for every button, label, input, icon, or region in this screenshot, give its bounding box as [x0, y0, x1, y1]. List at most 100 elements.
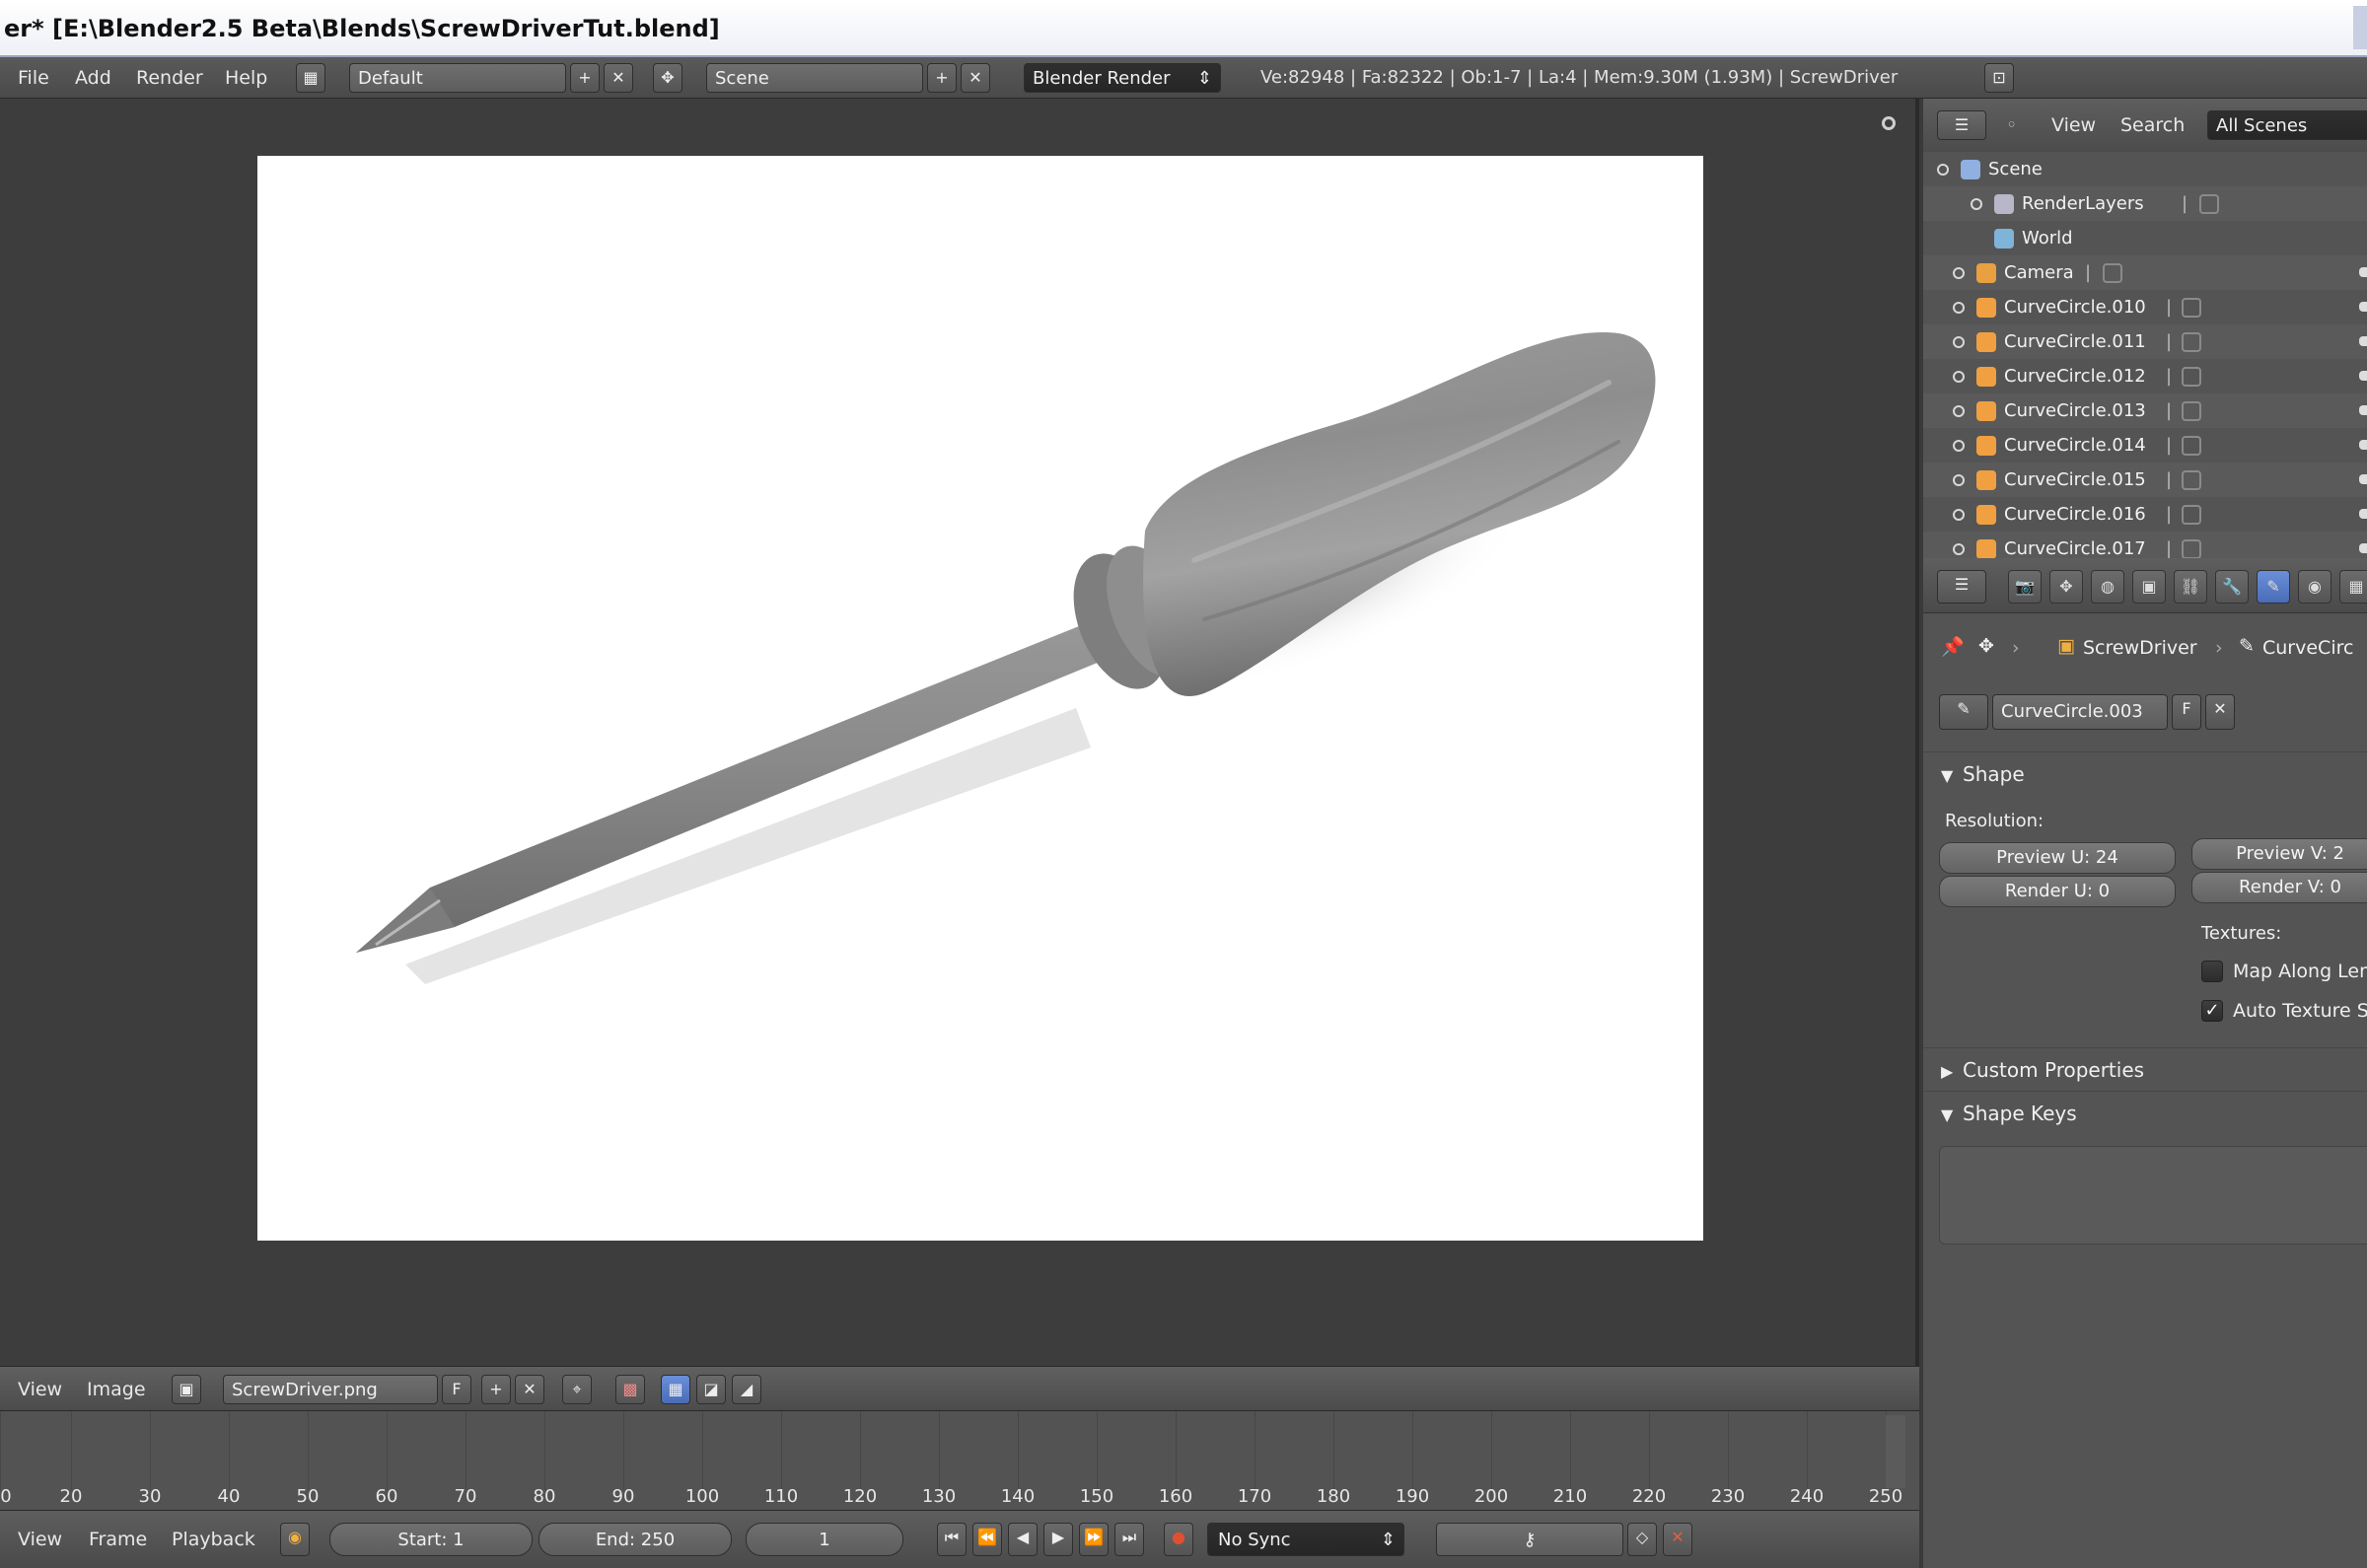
- visibility-eye-icon[interactable]: [2359, 267, 2367, 277]
- expand-toggle-icon[interactable]: [1953, 371, 1965, 383]
- visibility-eye-icon[interactable]: [2359, 543, 2367, 553]
- add-scene-icon[interactable]: +: [927, 63, 957, 93]
- preview-u-field[interactable]: Preview U: 24: [1939, 842, 2176, 874]
- outliner-item[interactable]: CurveCircle.012 |: [1923, 359, 2367, 393]
- outliner-item[interactable]: CurveCircle.016 |: [1923, 497, 2367, 532]
- keying-set-field[interactable]: ⚷: [1436, 1523, 1623, 1556]
- delete-scene-icon[interactable]: ✕: [961, 63, 990, 93]
- object-tab-icon[interactable]: ▣: [2132, 570, 2166, 604]
- outliner-menu-view[interactable]: View: [2051, 99, 2096, 152]
- play-reverse-icon[interactable]: ◀: [1008, 1523, 1038, 1556]
- data-link-icon[interactable]: [2199, 194, 2219, 214]
- data-link-icon[interactable]: [2182, 505, 2201, 525]
- outliner-item[interactable]: Camera |: [1923, 255, 2367, 290]
- auto-keyframe-icon[interactable]: ◉: [280, 1523, 310, 1556]
- curve-datablock-name[interactable]: CurveCircle.003: [1992, 694, 2168, 730]
- scene-tab-icon[interactable]: ✥: [2049, 570, 2083, 604]
- current-frame-field[interactable]: 1: [746, 1523, 903, 1556]
- channels-rgba-icon[interactable]: ▩: [615, 1375, 645, 1404]
- expand-toggle-icon[interactable]: [1953, 440, 1965, 452]
- menu-render[interactable]: Render: [136, 57, 203, 99]
- image-menu-image[interactable]: Image: [87, 1367, 146, 1412]
- visibility-eye-icon[interactable]: [2359, 509, 2367, 519]
- collapse-icon[interactable]: ◦: [2006, 99, 2017, 152]
- screen-layout-icon[interactable]: ▦: [296, 63, 325, 93]
- render-u-field[interactable]: Render U: 0: [1939, 876, 2176, 907]
- menu-add[interactable]: Add: [75, 57, 111, 99]
- render-tab-icon[interactable]: 📷: [2008, 570, 2042, 604]
- expand-toggle-icon[interactable]: [1953, 336, 1965, 348]
- panel-shape-keys-header[interactable]: ▼ Shape Keys: [1923, 1091, 2367, 1134]
- expand-toggle-icon[interactable]: [1971, 198, 1982, 210]
- outliner-item[interactable]: RenderLayers |: [1923, 186, 2367, 221]
- pin-image-icon[interactable]: ⌖: [562, 1375, 592, 1404]
- unlink-image-icon[interactable]: ✕: [515, 1375, 544, 1404]
- material-tab-icon[interactable]: ◉: [2298, 570, 2331, 604]
- data-link-icon[interactable]: [2182, 436, 2201, 456]
- expand-toggle-icon[interactable]: [1953, 474, 1965, 486]
- channels-alpha-icon[interactable]: ◪: [696, 1375, 726, 1404]
- channels-zbuf-icon[interactable]: ◢: [732, 1375, 761, 1404]
- outliner-item[interactable]: CurveCircle.015 |: [1923, 463, 2367, 497]
- image-browse-icon[interactable]: ▣: [172, 1375, 201, 1404]
- jump-start-icon[interactable]: ⏮: [937, 1523, 967, 1556]
- visibility-eye-icon[interactable]: [2359, 371, 2367, 381]
- expand-toggle-icon[interactable]: [1953, 302, 1965, 314]
- prev-keyframe-icon[interactable]: ⏪: [972, 1523, 1002, 1556]
- outliner-item[interactable]: CurveCircle.013 |: [1923, 393, 2367, 428]
- outliner-item[interactable]: CurveCircle.010 |: [1923, 290, 2367, 324]
- timeline-area[interactable]: 0 20 30 40 50 60 70 80 90 100 110 120 130 140 150 160 17…: [0, 1411, 1919, 1510]
- auto-texture-space-checkbox[interactable]: ✓: [2201, 1000, 2223, 1022]
- render-v-field[interactable]: Render V: 0: [2191, 872, 2367, 903]
- sync-mode-select[interactable]: No Sync ⇕: [1207, 1523, 1404, 1556]
- data-link-icon[interactable]: [2182, 539, 2201, 559]
- outliner-item[interactable]: World: [1923, 221, 2367, 255]
- next-keyframe-icon[interactable]: ⏩: [1079, 1523, 1109, 1556]
- jump-end-icon[interactable]: ⏭: [1114, 1523, 1144, 1556]
- visibility-eye-icon[interactable]: [2359, 302, 2367, 312]
- timeline-menu-view[interactable]: View: [18, 1511, 62, 1568]
- world-tab-icon[interactable]: ◍: [2091, 570, 2124, 604]
- channels-rgb-icon[interactable]: ▦: [661, 1375, 690, 1404]
- expand-toggle-icon[interactable]: [1953, 267, 1965, 279]
- pin-icon[interactable]: 📌: [1941, 635, 1965, 658]
- window-controls[interactable]: [2353, 6, 2367, 49]
- start-frame-field[interactable]: Start: 1: [329, 1523, 533, 1556]
- preview-v-field[interactable]: Preview V: 2: [2191, 838, 2367, 870]
- timeline-menu-frame[interactable]: Frame: [89, 1511, 147, 1568]
- curve-browse-icon[interactable]: ✎: [1939, 694, 1988, 730]
- delete-keyframe-icon[interactable]: ✕: [1663, 1523, 1692, 1556]
- texture-tab-icon[interactable]: ▦: [2339, 570, 2367, 604]
- fullscreen-icon[interactable]: ⊡: [1984, 63, 2014, 93]
- data-link-icon[interactable]: [2182, 298, 2201, 318]
- outliner-item[interactable]: Scene: [1923, 152, 2367, 186]
- outliner-item[interactable]: CurveCircle.014 |: [1923, 428, 2367, 463]
- expand-toggle-icon[interactable]: [1953, 509, 1965, 521]
- panel-shape-header[interactable]: ▼ Shape: [1923, 751, 2367, 795]
- constraints-tab-icon[interactable]: ⛓: [2174, 570, 2207, 604]
- add-screen-icon[interactable]: +: [570, 63, 600, 93]
- render-engine-select[interactable]: Blender Render ⇕: [1024, 63, 1221, 93]
- record-icon[interactable]: ●: [1164, 1523, 1193, 1556]
- expand-toggle-icon[interactable]: [1953, 543, 1965, 555]
- modifiers-tab-icon[interactable]: 🔧: [2215, 570, 2249, 604]
- timeline-menu-playback[interactable]: Playback: [172, 1511, 255, 1568]
- map-along-length-checkbox[interactable]: [2201, 961, 2223, 982]
- screen-layout-field[interactable]: Default: [349, 63, 566, 93]
- shape-keys-list[interactable]: [1939, 1146, 2367, 1245]
- editor-type-icon[interactable]: ☰: [1937, 570, 1986, 604]
- image-editor-viewport[interactable]: [0, 99, 1919, 1366]
- data-link-icon[interactable]: [2182, 367, 2201, 387]
- curve-data-tab-icon[interactable]: ✎: [2257, 570, 2290, 604]
- image-name-field[interactable]: ScrewDriver.png: [223, 1375, 438, 1404]
- image-menu-view[interactable]: View: [18, 1367, 62, 1412]
- visibility-eye-icon[interactable]: [2359, 474, 2367, 484]
- new-image-icon[interactable]: +: [481, 1375, 511, 1404]
- expand-toggle-icon[interactable]: [1953, 405, 1965, 417]
- insert-keyframe-icon[interactable]: ◇: [1627, 1523, 1657, 1556]
- data-link-icon[interactable]: [2182, 470, 2201, 490]
- expand-toggle-icon[interactable]: [1937, 164, 1949, 176]
- play-icon[interactable]: ▶: [1043, 1523, 1073, 1556]
- end-frame-field[interactable]: End: 250: [538, 1523, 732, 1556]
- menu-file[interactable]: File: [18, 57, 49, 99]
